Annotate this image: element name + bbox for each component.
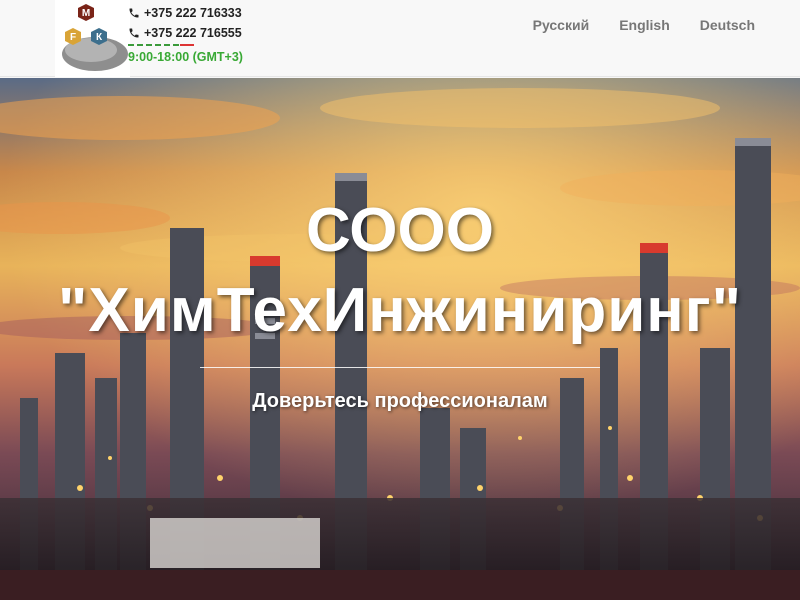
hero-title-line-1: СООО [306,196,494,265]
lang-link-english[interactable]: English [604,16,685,34]
phone-row-2[interactable]: +375 222 716555 [128,23,268,43]
hero-title-line-2: "ХимТехИнжиниринг" [58,276,742,345]
hero-tagline: Доверьтесь профессионалам [252,390,548,412]
phone-row-1[interactable]: +375 222 716333 [128,3,268,23]
company-logo[interactable]: М F К [55,0,130,77]
phone-icon [128,27,141,40]
contact-block: +375 222 716333 +375 222 716555 9:00-18:… [128,3,268,64]
site-header: М F К +375 222 716333 +375 222 716555 9:… [0,0,800,77]
phone-number-2: +375 222 716555 [144,26,242,40]
logo-letter-f: F [70,32,76,43]
logo-emblem: М F К [62,4,128,71]
contact-divider [128,44,194,46]
working-hours: 9:00-18:00 (GMT+3) [128,50,243,64]
logo-letter-k: К [96,32,103,43]
phone-icon [128,7,141,20]
hero-divider [200,367,600,368]
lang-link-deutsch[interactable]: Deutsch [685,16,770,34]
language-nav: Русский English Deutsch [518,16,770,34]
hero-banner: СООО "ХимТехИнжиниринг" Доверьтесь профе… [0,78,800,600]
phone-number-1: +375 222 716333 [144,6,242,20]
lang-link-russian[interactable]: Русский [518,16,605,34]
logo-letter-m: М [82,8,90,19]
